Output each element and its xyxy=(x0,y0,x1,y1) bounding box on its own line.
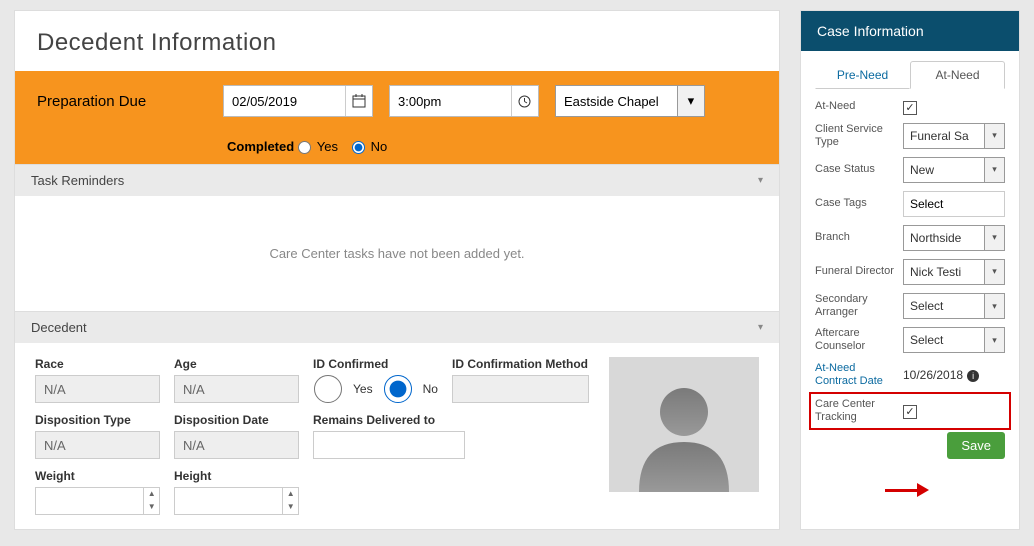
prep-time-input[interactable] xyxy=(390,86,511,116)
case-tags-input[interactable] xyxy=(903,191,1005,217)
race-label: Race xyxy=(35,357,160,371)
case-info-tabs: Pre-Need At-Need xyxy=(801,51,1019,89)
id-confirmed-no-label: No xyxy=(423,382,438,396)
chevron-down-icon[interactable]: ▾ xyxy=(677,86,704,116)
branch-label: Branch xyxy=(815,231,897,244)
disposition-date-label: Disposition Date xyxy=(174,413,299,427)
save-button[interactable]: Save xyxy=(947,432,1005,459)
id-confirmed-yes-label: Yes xyxy=(353,382,373,396)
aftercare-select[interactable]: Select▾ xyxy=(903,327,1005,353)
page-title: Decedent Information xyxy=(15,11,779,71)
height-field: Height ▲▼ xyxy=(174,469,438,515)
care-center-checkbox[interactable]: ✓ xyxy=(903,405,917,419)
remains-input[interactable] xyxy=(313,431,465,459)
contract-date-label[interactable]: At-Need Contract Date xyxy=(815,362,897,388)
height-stepper[interactable]: ▲▼ xyxy=(283,487,299,515)
aftercare-label: Aftercare Counselor xyxy=(815,327,897,353)
remains-field: Remains Delivered to xyxy=(313,413,589,459)
calendar-icon[interactable] xyxy=(345,86,372,116)
age-label: Age xyxy=(174,357,299,371)
weight-field: Weight ▲▼ xyxy=(35,469,160,515)
preparation-due-bar: Preparation Due ▾ Completed Yes No xyxy=(15,71,779,164)
tab-preneed[interactable]: Pre-Need xyxy=(815,61,910,89)
tasks-empty-message: Care Center tasks have not been added ye… xyxy=(15,196,779,311)
disposition-type-field: Disposition Type xyxy=(35,413,160,459)
id-confirmed-no-radio[interactable] xyxy=(383,375,413,403)
decedent-header[interactable]: Decedent ▾ xyxy=(15,311,779,343)
id-confirmed-yes-radio[interactable] xyxy=(313,375,343,403)
disposition-type-label: Disposition Type xyxy=(35,413,160,427)
decedent-photo-placeholder[interactable] xyxy=(609,357,759,492)
secondary-arranger-select[interactable]: Select▾ xyxy=(903,293,1005,319)
id-confirmed-label: ID Confirmed xyxy=(313,357,438,371)
prep-location-value[interactable] xyxy=(556,86,677,116)
task-reminders-header[interactable]: Task Reminders ▾ xyxy=(15,164,779,196)
chevron-down-icon: ▾ xyxy=(984,226,1004,250)
remains-label: Remains Delivered to xyxy=(313,413,589,427)
prep-location-select[interactable]: ▾ xyxy=(555,85,705,117)
weight-input[interactable] xyxy=(35,487,144,515)
completed-no-radio[interactable] xyxy=(352,141,365,154)
chevron-down-icon: ▾ xyxy=(984,260,1004,284)
prep-date-input[interactable] xyxy=(224,86,345,116)
task-reminders-title: Task Reminders xyxy=(31,173,124,188)
branch-select[interactable]: Northside▾ xyxy=(903,225,1005,251)
race-field: Race xyxy=(35,357,160,403)
chevron-down-icon: ▾ xyxy=(758,175,763,186)
id-method-field: ID Confirmation Method xyxy=(452,357,589,403)
secondary-arranger-label: Secondary Arranger xyxy=(815,293,897,319)
chevron-down-icon: ▾ xyxy=(984,158,1004,182)
completed-label: Completed xyxy=(227,139,294,154)
client-service-type-label: Client Service Type xyxy=(815,123,897,149)
disposition-type-input[interactable] xyxy=(35,431,160,459)
chevron-down-icon: ▾ xyxy=(984,294,1004,318)
client-service-type-select[interactable]: Funeral Sa▾ xyxy=(903,123,1005,149)
completed-no-label: No xyxy=(371,139,388,154)
completed-yes-label: Yes xyxy=(317,139,338,154)
height-input[interactable] xyxy=(174,487,283,515)
chevron-down-icon: ▾ xyxy=(758,322,763,333)
clock-icon[interactable] xyxy=(511,86,538,116)
info-icon[interactable]: i xyxy=(967,370,979,382)
id-method-label: ID Confirmation Method xyxy=(452,357,589,371)
funeral-director-label: Funeral Director xyxy=(815,265,897,278)
decedent-body: Race Age ID Confirmed Yes No ID Confirma… xyxy=(15,343,779,529)
id-method-input[interactable] xyxy=(452,375,589,403)
prep-date-field[interactable] xyxy=(223,85,373,117)
main-panel: Decedent Information Preparation Due ▾ xyxy=(14,10,780,530)
care-center-label: Care Center Tracking xyxy=(815,398,897,424)
weight-label: Weight xyxy=(35,469,160,483)
completed-yes-radio[interactable] xyxy=(298,141,311,154)
chevron-down-icon: ▾ xyxy=(984,328,1004,352)
decedent-title: Decedent xyxy=(31,320,87,335)
case-tags-label: Case Tags xyxy=(815,197,897,210)
tab-atneed[interactable]: At-Need xyxy=(910,61,1005,89)
age-field: Age xyxy=(174,357,299,403)
disposition-date-input[interactable] xyxy=(174,431,299,459)
race-input[interactable] xyxy=(35,375,160,403)
completed-row: Completed Yes No xyxy=(37,139,757,154)
care-center-tracking-row: Care Center Tracking ✓ xyxy=(809,392,1011,430)
case-status-select[interactable]: New▾ xyxy=(903,157,1005,183)
atneed-label: At-Need xyxy=(815,100,897,113)
case-info-panel: Case Information Pre-Need At-Need At-Nee… xyxy=(800,10,1020,530)
disposition-date-field: Disposition Date xyxy=(174,413,299,459)
annotation-arrow-icon xyxy=(885,483,929,497)
age-input[interactable] xyxy=(174,375,299,403)
prep-due-label: Preparation Due xyxy=(37,93,207,110)
prep-time-field[interactable] xyxy=(389,85,539,117)
case-status-label: Case Status xyxy=(815,163,897,176)
chevron-down-icon: ▾ xyxy=(984,124,1004,148)
id-confirmed-field: ID Confirmed Yes No xyxy=(313,357,438,403)
weight-stepper[interactable]: ▲▼ xyxy=(144,487,160,515)
case-info-header: Case Information xyxy=(801,11,1019,51)
funeral-director-select[interactable]: Nick Testi▾ xyxy=(903,259,1005,285)
atneed-checkbox[interactable]: ✓ xyxy=(903,101,917,115)
height-label: Height xyxy=(174,469,438,483)
contract-date-value: 10/26/2018 xyxy=(903,368,963,382)
